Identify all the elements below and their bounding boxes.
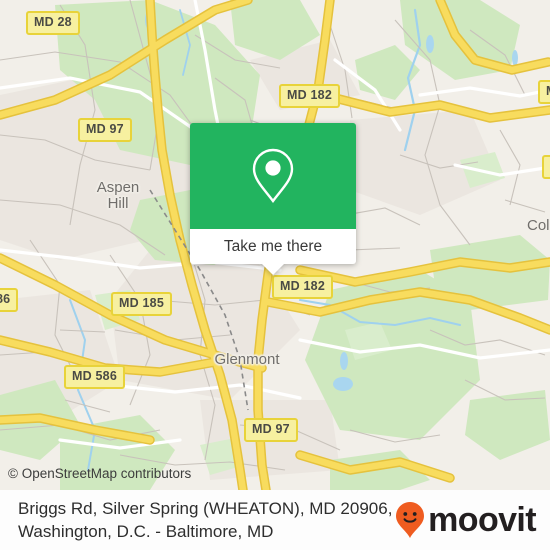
moovit-wordmark: moovit [428, 501, 536, 539]
popup-header [190, 123, 356, 229]
moovit-smiley-pin-icon [396, 502, 425, 538]
osm-attribution[interactable]: © OpenStreetMap contributors [8, 466, 191, 481]
location-title-line2: Washington, D.C. - Baltimore, MD [18, 522, 274, 541]
road-shield: MD 182 [279, 84, 340, 108]
road-shield: MD 28 [26, 11, 80, 35]
road-shield-clipped: M [538, 80, 550, 104]
road-shield: MD 182 [272, 275, 333, 299]
road-shield-clipped: 86 [0, 288, 19, 312]
road-shield: MD 586 [64, 365, 125, 389]
location-title: Briggs Rd, Silver Spring (WHEATON), MD 2… [18, 497, 392, 543]
map-canvas[interactable]: MD 28 MD 97 MD 182 MD 182 MD 185 MD 586 … [0, 0, 550, 490]
road-shield: MD 185 [111, 292, 172, 316]
map-pin-icon [252, 148, 294, 204]
place-label-aspen-hill: Aspen Hill [96, 179, 140, 212]
map-screenshot: MD 28 MD 97 MD 182 MD 182 MD 185 MD 586 … [0, 0, 550, 550]
popup-tail [262, 264, 284, 275]
place-label-colesville: Cole [527, 217, 550, 234]
road-shield: MD 97 [78, 118, 132, 142]
place-label-glenmont: Glenmont [214, 351, 280, 368]
popup-action[interactable]: Take me there [190, 229, 356, 264]
popup-action-label: Take me there [223, 237, 323, 255]
footer-bar: Briggs Rd, Silver Spring (WHEATON), MD 2… [0, 490, 550, 550]
moovit-logo[interactable]: moovit [395, 501, 537, 539]
location-popup[interactable]: Take me there [190, 123, 356, 275]
location-title-line1: Briggs Rd, Silver Spring (WHEATON), MD 2… [18, 499, 393, 518]
road-shield: MD 97 [244, 418, 298, 442]
road-shield-clipped: M [542, 155, 550, 179]
